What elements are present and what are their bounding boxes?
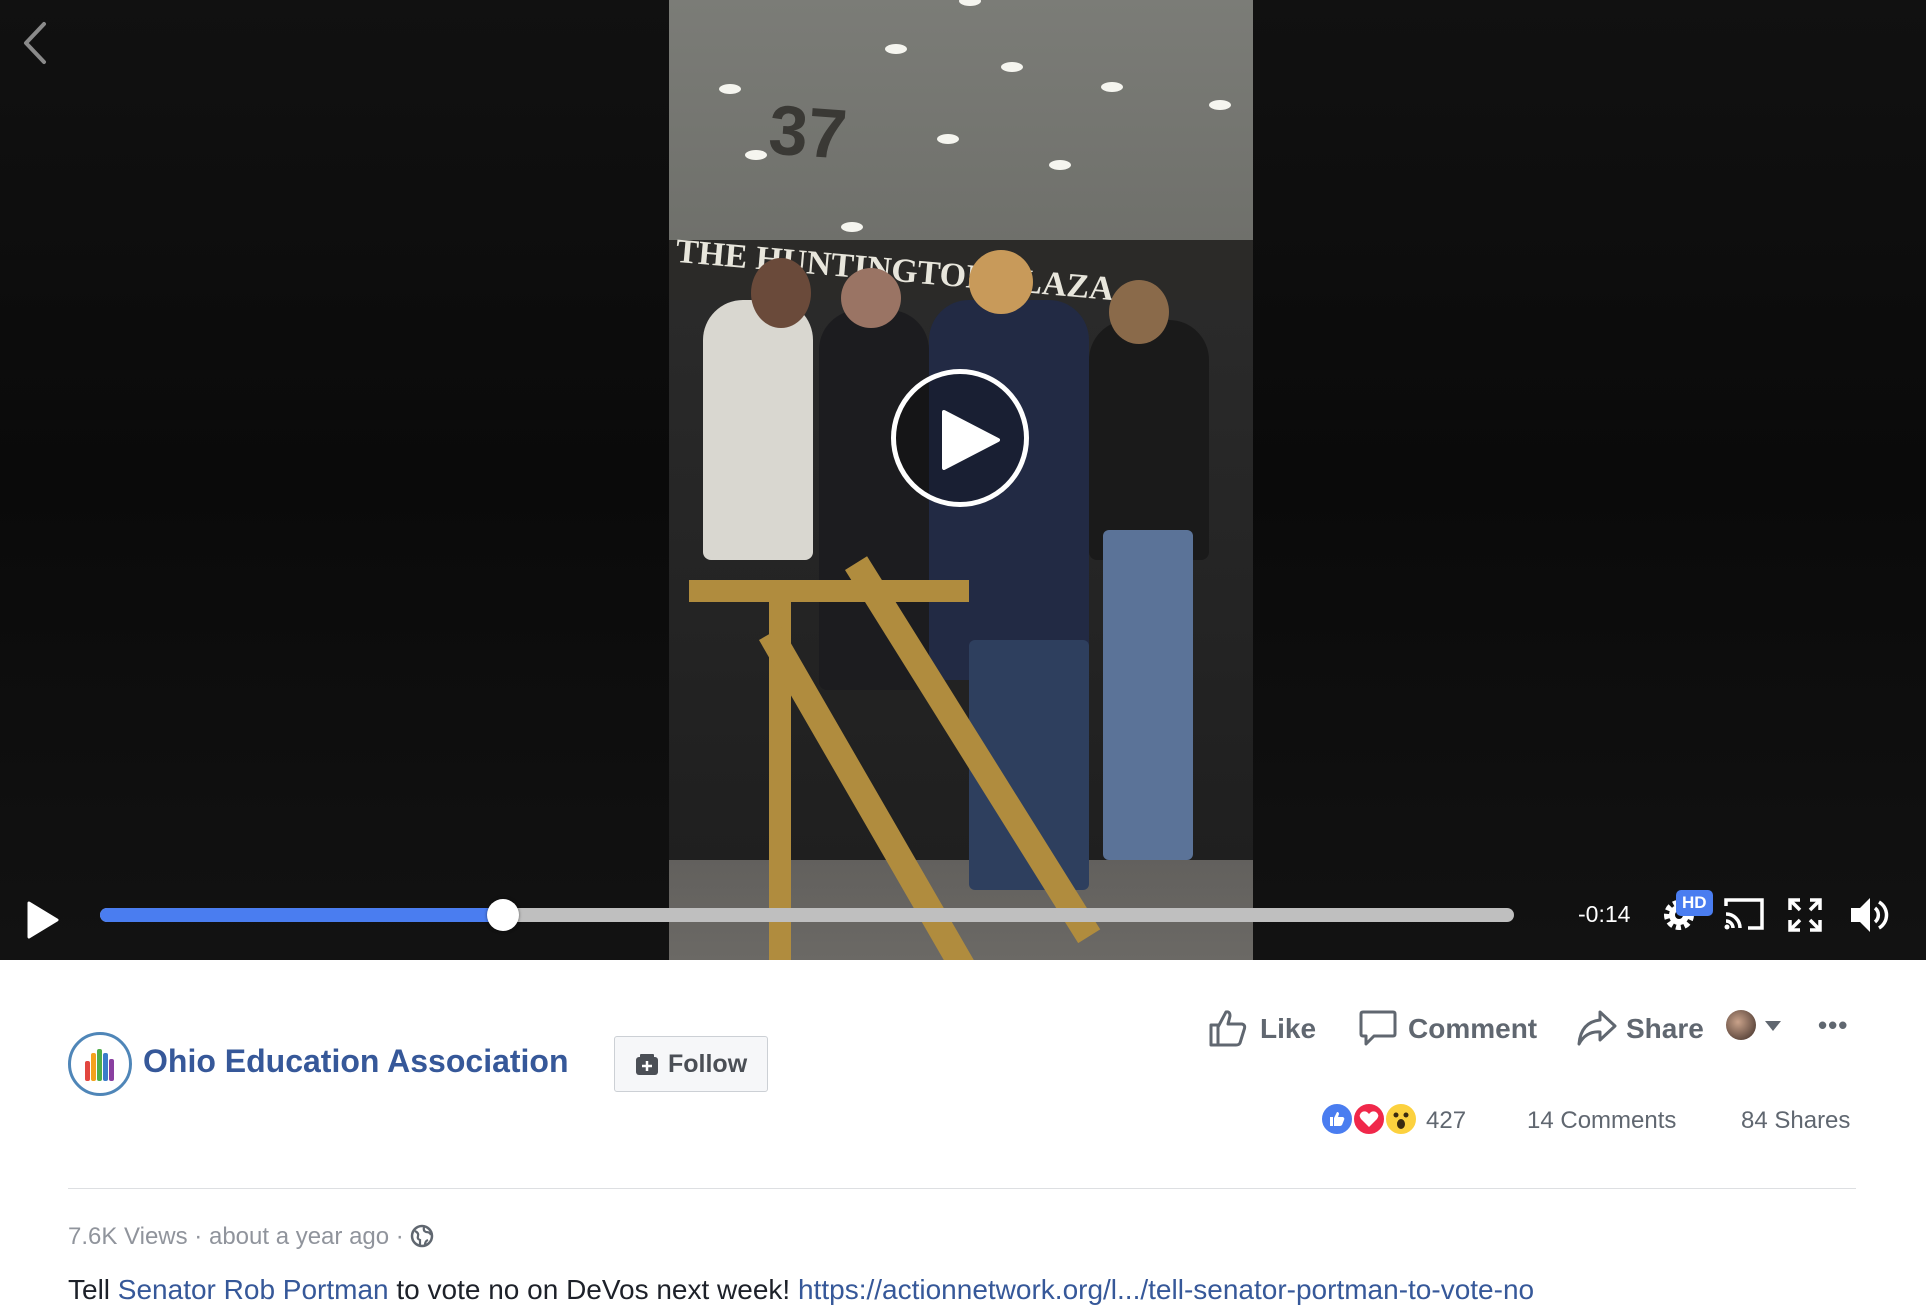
follow-button[interactable]: Follow — [614, 1036, 768, 1092]
post-meta: 7.6K Views · about a year ago · — [68, 1223, 434, 1251]
like-reaction-icon — [1320, 1102, 1354, 1136]
user-avatar — [1726, 1010, 1756, 1040]
share-button[interactable]: Share — [1576, 1008, 1704, 1052]
follow-icon — [636, 1054, 658, 1075]
jeans — [1103, 530, 1193, 860]
page-avatar[interactable] — [68, 1032, 132, 1096]
seek-handle[interactable] — [486, 899, 519, 931]
share-as-selector[interactable] — [1726, 1008, 1786, 1044]
love-reaction-icon — [1352, 1102, 1386, 1136]
comment-label: Comment — [1408, 1013, 1538, 1044]
post-time[interactable]: about a year ago — [209, 1223, 389, 1250]
wow-reaction-icon — [1384, 1102, 1418, 1136]
building-number: 37 — [766, 90, 850, 174]
mention-link[interactable]: Senator Rob Portman — [118, 1274, 389, 1305]
railing — [689, 580, 969, 602]
play-circle-icon[interactable] — [891, 369, 1029, 507]
comment-button[interactable]: Comment — [1358, 1008, 1538, 1052]
page-name-link[interactable]: Ohio Education Association — [143, 1043, 569, 1080]
share-label: Share — [1626, 1013, 1704, 1044]
cast-icon[interactable] — [1722, 896, 1766, 932]
time-remaining: -0:14 — [1578, 901, 1631, 927]
view-count: 7.6K Views — [68, 1223, 188, 1250]
follow-label: Follow — [668, 1050, 748, 1078]
person-black-jacket — [1089, 320, 1209, 560]
globe-icon — [411, 1224, 434, 1248]
comment-icon — [1359, 1010, 1397, 1046]
seek-bar[interactable] — [100, 899, 1514, 931]
fullscreen-icon[interactable] — [1788, 898, 1822, 932]
like-label: Like — [1260, 1013, 1317, 1044]
post-description: Tell Senator Rob Portman to vote no on D… — [68, 1274, 1535, 1305]
thumbs-up-icon — [1209, 1010, 1247, 1047]
volume-icon[interactable] — [1848, 894, 1890, 936]
video-letterbox-left — [0, 0, 669, 960]
chevron-left-icon[interactable] — [18, 20, 52, 66]
person-white-coat — [703, 300, 813, 560]
shares-count[interactable]: 84 Shares — [1741, 1107, 1850, 1135]
comments-count[interactable]: 14 Comments — [1527, 1107, 1676, 1135]
chevron-down-icon — [1765, 1021, 1781, 1031]
building-awning — [669, 0, 1253, 240]
reactions-count[interactable]: 427 — [1426, 1107, 1466, 1135]
video-player[interactable]: 37 THE HUNTINGTON PLAZA -0:14 HD — [0, 0, 1926, 960]
more-options-button[interactable]: ••• — [1818, 1010, 1848, 1041]
seek-progress — [100, 908, 503, 922]
divider — [68, 1188, 1856, 1189]
video-letterbox-right — [1253, 0, 1926, 960]
play-icon[interactable] — [26, 900, 60, 940]
like-button[interactable]: Like — [1208, 1008, 1318, 1052]
action-link[interactable]: https://actionnetwork.org/l.../tell-sena… — [798, 1274, 1534, 1305]
hd-badge: HD — [1676, 890, 1713, 916]
share-icon — [1577, 1010, 1617, 1046]
